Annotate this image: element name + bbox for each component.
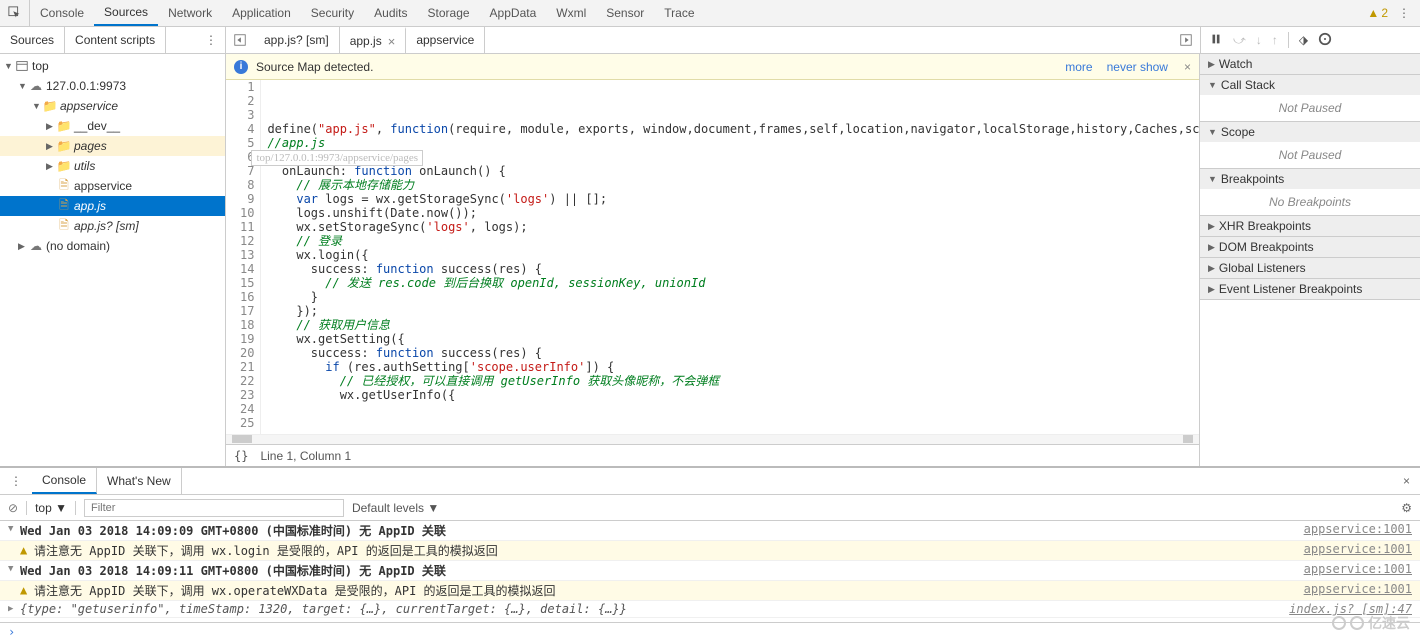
devtools-top-tabs: ConsoleSourcesNetworkApplicationSecurity…	[0, 0, 1420, 27]
step-into-icon[interactable]: ↓	[1256, 33, 1262, 47]
tree-item[interactable]: 🗎app.js? [sm]	[0, 216, 225, 236]
code-editor-area: i Source Map detected. more never show ×…	[226, 54, 1200, 466]
warnings-count[interactable]: ▲ 2	[1367, 6, 1388, 20]
console-toolbar: ⊘ top ▼ Default levels ▼ ⚙	[0, 495, 1420, 521]
info-icon: i	[234, 60, 248, 74]
top-tab-wxml[interactable]: Wxml	[546, 0, 596, 26]
tree-item[interactable]: ▼top	[0, 56, 225, 76]
context-selector[interactable]: top ▼	[35, 501, 67, 515]
log-levels-dropdown[interactable]: Default levels ▼	[352, 501, 439, 515]
tree-item[interactable]: ▶📁utils	[0, 156, 225, 176]
top-tab-console[interactable]: Console	[30, 0, 94, 26]
clear-console-icon[interactable]: ⊘	[8, 501, 18, 515]
top-tab-appdata[interactable]: AppData	[480, 0, 547, 26]
panel-section-header[interactable]: ▶DOM Breakpoints	[1200, 237, 1420, 257]
deactivate-breakpoints-icon[interactable]: ⬗	[1299, 33, 1308, 47]
console-filter-input[interactable]	[84, 499, 344, 517]
close-icon[interactable]: ×	[1393, 474, 1420, 488]
close-icon[interactable]: ×	[388, 34, 396, 49]
cursor-position: Line 1, Column 1	[260, 449, 351, 463]
file-tab[interactable]: app.js×	[340, 27, 407, 53]
tree-item[interactable]: ▼☁127.0.0.1:9973	[0, 76, 225, 96]
file-tree: ▼top▼☁127.0.0.1:9973▼📁appservice▶📁__dev_…	[0, 54, 226, 466]
nav-back-icon[interactable]	[226, 27, 254, 53]
editor-status-bar: {} Line 1, Column 1	[226, 444, 1199, 466]
top-tab-sources[interactable]: Sources	[94, 0, 158, 26]
panel-section-header[interactable]: ▶Global Listeners	[1200, 258, 1420, 278]
console-drawer: ⋮ ConsoleWhat's New × ⊘ top ▼ Default le…	[0, 466, 1420, 641]
file-tab[interactable]: app.js? [sm]	[254, 27, 340, 53]
console-log-row[interactable]: ▲请注意无 AppID 关联下，调用 wx.operateWXData 是受限的…	[0, 581, 1420, 601]
sidebar-overflow-icon[interactable]: ⋮	[197, 33, 225, 47]
pretty-print-icon[interactable]: {}	[234, 449, 248, 463]
panel-section-header[interactable]: ▶XHR Breakpoints	[1200, 216, 1420, 236]
panel-section-body: Not Paused	[1200, 142, 1420, 168]
gear-icon[interactable]: ⚙	[1401, 501, 1412, 515]
tree-item[interactable]: ▶📁__dev__	[0, 116, 225, 136]
console-tab[interactable]: Console	[32, 468, 97, 494]
toggle-debugger-icon[interactable]	[1172, 27, 1200, 53]
panel-section-header[interactable]: ▼Scope	[1200, 122, 1420, 142]
pause-icon[interactable]	[1209, 32, 1223, 49]
console-log-row[interactable]: ▼Wed Jan 03 2018 14:09:09 GMT+0800 (中国标准…	[0, 521, 1420, 541]
tree-item[interactable]: 🗎appservice	[0, 176, 225, 196]
console-log: ▼Wed Jan 03 2018 14:09:09 GMT+0800 (中国标准…	[0, 521, 1420, 622]
panel-section-body: Not Paused	[1200, 95, 1420, 121]
console-log-row[interactable]: ▼Wed Jan 03 2018 14:09:11 GMT+0800 (中国标准…	[0, 561, 1420, 581]
console-prompt[interactable]: ›	[0, 622, 1420, 641]
top-tab-sensor[interactable]: Sensor	[596, 0, 654, 26]
top-tab-security[interactable]: Security	[301, 0, 364, 26]
console-menu-icon[interactable]: ⋮	[0, 474, 32, 488]
panel-section-header[interactable]: ▼Call Stack	[1200, 75, 1420, 95]
step-over-icon[interactable]: ⤻	[1233, 33, 1246, 48]
panel-section-body: No Breakpoints	[1200, 189, 1420, 215]
top-tab-network[interactable]: Network	[158, 0, 222, 26]
top-tab-storage[interactable]: Storage	[418, 0, 480, 26]
inspect-icon[interactable]	[0, 0, 30, 26]
debugger-right-panel: ▶Watch▼Call StackNot Paused▼ScopeNot Pau…	[1200, 54, 1420, 466]
file-tab[interactable]: appservice	[406, 27, 485, 53]
sources-subtab-row: SourcesContent scripts ⋮ app.js? [sm]app…	[0, 27, 1420, 54]
close-icon[interactable]: ×	[1184, 60, 1191, 74]
console-log-row[interactable]: ▲请注意无 AppID 关联下，调用 wx.login 是受限的，API 的返回…	[0, 541, 1420, 561]
sub-tab-sources[interactable]: Sources	[0, 27, 65, 53]
tree-item[interactable]: ▶☁(no domain)	[0, 236, 225, 256]
panel-section-header[interactable]: ▶Event Listener Breakpoints	[1200, 279, 1420, 299]
top-tab-trace[interactable]: Trace	[654, 0, 704, 26]
source-map-info-bar: i Source Map detected. more never show ×	[226, 54, 1199, 80]
console-tab[interactable]: What's New	[97, 468, 182, 494]
console-log-row[interactable]: ▶{type: "getuserinfo", timeStamp: 1320, …	[0, 601, 1420, 618]
pause-exceptions-icon[interactable]	[1318, 32, 1332, 49]
devtools-menu-icon[interactable]: ⋮	[1388, 6, 1420, 20]
tree-item[interactable]: ▼📁appservice	[0, 96, 225, 116]
debugger-controls: ⤻ ↓ ↑ ⬗	[1200, 27, 1420, 53]
info-text: Source Map detected.	[256, 60, 373, 74]
step-out-icon[interactable]: ↑	[1272, 33, 1278, 47]
watermark: 亿速云	[1332, 613, 1410, 633]
top-tab-application[interactable]: Application	[222, 0, 301, 26]
path-hint-tooltip: top/127.0.0.1:9973/appservice/pages	[251, 150, 423, 166]
sub-tab-content-scripts[interactable]: Content scripts	[65, 27, 166, 53]
tree-item[interactable]: ▶📁pages	[0, 136, 225, 156]
panel-section-header[interactable]: ▶Watch	[1200, 54, 1420, 74]
info-never-show-link[interactable]: never show	[1107, 60, 1168, 74]
panel-section-header[interactable]: ▼Breakpoints	[1200, 169, 1420, 189]
tree-item[interactable]: 🗎app.js	[0, 196, 225, 216]
top-tab-audits[interactable]: Audits	[364, 0, 417, 26]
info-more-link[interactable]: more	[1065, 60, 1092, 74]
code-editor[interactable]: 1 2 3 4 5 6 7 8 9 10 11 12 13 14 15 16 1…	[226, 80, 1199, 434]
